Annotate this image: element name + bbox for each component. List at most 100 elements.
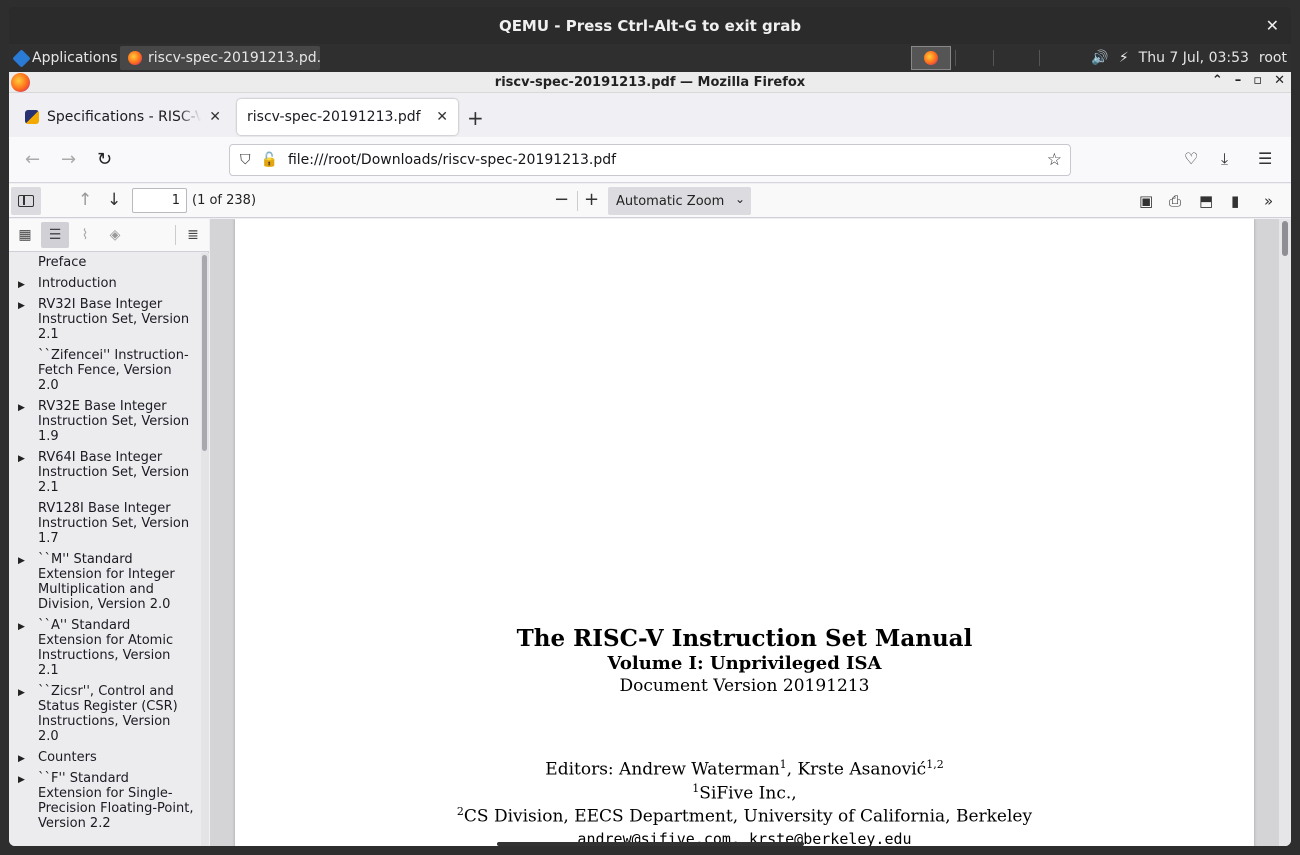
minimize-icon[interactable]: – bbox=[1235, 73, 1242, 88]
previous-page-button[interactable]: ↑ bbox=[78, 190, 92, 210]
outline-item-label: RV32E Base Integer Instruction Set, Vers… bbox=[38, 399, 190, 444]
viewer-scrollbar[interactable] bbox=[1279, 219, 1291, 846]
close-icon[interactable]: ✕ bbox=[1274, 73, 1285, 88]
expand-triangle-icon[interactable]: ▶ bbox=[18, 773, 25, 788]
sidebar-scroll-thumb[interactable] bbox=[202, 255, 207, 451]
next-page-button[interactable]: ↓ bbox=[107, 190, 121, 210]
firefox-icon bbox=[11, 73, 30, 92]
outline-item-label: ``Zicsr'', Control and Status Register (… bbox=[38, 684, 178, 744]
expand-triangle-icon[interactable]: ▶ bbox=[18, 752, 25, 767]
document-version: Document Version 20191213 bbox=[619, 676, 870, 696]
affiliation-1: 1SiFive Inc., bbox=[235, 782, 1254, 804]
taskbar-firefox-item[interactable]: riscv-spec-20191213.pd... bbox=[120, 46, 320, 70]
zoom-in-button[interactable]: + bbox=[584, 189, 599, 210]
outline-item[interactable]: ▶ ``A'' Standard Extension for Atomic Ins… bbox=[9, 616, 201, 682]
outline-item[interactable]: Preface bbox=[9, 253, 201, 274]
viewer-scroll-thumb[interactable] bbox=[1282, 221, 1288, 256]
sidebar-separator bbox=[175, 225, 176, 245]
navigation-bar: ← → ↻ ⛉ 🔓 file:///root/Downloads/riscv-s… bbox=[9, 137, 1291, 183]
horizontal-scroll-thumb[interactable] bbox=[497, 842, 804, 846]
expand-triangle-icon[interactable]: ▶ bbox=[18, 278, 25, 293]
collapse-icon[interactable]: ⌃ bbox=[1212, 73, 1223, 88]
save-icon[interactable]: ⬒ bbox=[1199, 192, 1213, 210]
affiliation-2: 2CS Division, EECS Department, Universit… bbox=[235, 805, 1254, 827]
firefox-icon bbox=[128, 51, 142, 65]
outline-item[interactable]: ▶ RV32E Base Integer Instruction Set, Ver… bbox=[9, 397, 201, 448]
insecure-lock-icon[interactable]: 🔓 bbox=[261, 152, 278, 168]
editors-separator: , Krste Asanović bbox=[786, 759, 927, 780]
clock[interactable]: Thu 7 Jul, 03:53 bbox=[1139, 50, 1249, 66]
outline-item[interactable]: ``Zifencei'' Instruction-Fetch Fence, Ve… bbox=[9, 346, 201, 397]
shield-icon[interactable]: ⛉ bbox=[240, 152, 251, 168]
close-tab-icon[interactable]: ✕ bbox=[209, 109, 221, 125]
outline-item[interactable]: ▶ Counters bbox=[9, 748, 201, 769]
sidebar-toggle-button[interactable] bbox=[11, 187, 41, 215]
outline-item[interactable]: ▶ ``M'' Standard Extension for Integer Mu… bbox=[9, 550, 201, 616]
downloads-icon[interactable]: ⤓ bbox=[1221, 149, 1228, 169]
bookmark-icon[interactable]: ▮ bbox=[1231, 192, 1239, 210]
user-label[interactable]: root bbox=[1259, 50, 1287, 66]
expand-triangle-icon[interactable]: ▶ bbox=[18, 299, 25, 314]
new-tab-button[interactable]: + bbox=[467, 106, 484, 130]
tab-specifications[interactable]: Specifications - RISC-V International ✕ bbox=[15, 99, 231, 135]
expand-triangle-icon[interactable]: ▶ bbox=[18, 452, 25, 467]
firefox-titlebar: riscv-spec-20191213.pdf — Mozilla Firefo… bbox=[9, 72, 1291, 93]
riscv-favicon-icon bbox=[25, 110, 39, 124]
pocket-icon[interactable]: ♡ bbox=[1184, 149, 1198, 168]
outline-item[interactable]: RV128I Base Integer Instruction Set, Ver… bbox=[9, 499, 201, 550]
outline-item[interactable]: ▶ RV32I Base Integer Instruction Set, Ver… bbox=[9, 295, 201, 346]
zoom-out-button[interactable]: − bbox=[554, 189, 569, 210]
qemu-window: QEMU - Press Ctrl-Alt-G to exit grab ✕ A… bbox=[9, 7, 1291, 846]
window-title: riscv-spec-20191213.pdf — Mozilla Firefo… bbox=[494, 74, 806, 90]
sidebar-icon bbox=[18, 195, 34, 207]
outline-item[interactable]: ▶ RV64I Base Integer Instruction Set, Ver… bbox=[9, 448, 201, 499]
window-controls: ⌃ – ▫ ✕ bbox=[1212, 73, 1285, 88]
outline-item[interactable]: ▶ ``Zicsr'', Control and Status Register … bbox=[9, 682, 201, 748]
zoom-select[interactable]: Automatic Zoom ⌄ bbox=[608, 187, 751, 215]
outline-item[interactable]: ▶ Introduction bbox=[9, 274, 201, 295]
expand-triangle-icon[interactable]: ▶ bbox=[18, 620, 25, 635]
workspace-switcher[interactable] bbox=[911, 46, 951, 70]
bookmark-star-icon[interactable]: ☆ bbox=[1047, 150, 1062, 170]
tools-chevron-icon[interactable]: » bbox=[1264, 192, 1273, 210]
outline-item-label: Preface bbox=[38, 255, 87, 270]
pdf-viewer[interactable]: The RISC-V Instruction Set Manual Volume… bbox=[210, 219, 1291, 846]
url-text[interactable]: file:///root/Downloads/riscv-spec-201912… bbox=[288, 152, 616, 168]
outline-item-label: Counters bbox=[38, 750, 97, 765]
volume-icon[interactable]: 🔊 bbox=[1091, 50, 1108, 66]
forward-button[interactable]: → bbox=[61, 149, 76, 170]
back-button[interactable]: ← bbox=[25, 149, 40, 170]
outline-item-label: RV64I Base Integer Instruction Set, Vers… bbox=[38, 450, 190, 495]
outline-icon[interactable]: ☰ bbox=[41, 222, 69, 248]
document-subtitle: Volume I: Unprivileged ISA bbox=[607, 653, 882, 674]
presentation-mode-icon[interactable]: ▣ bbox=[1139, 192, 1153, 210]
current-outline-item-icon[interactable]: ≣ bbox=[179, 222, 207, 248]
url-bar[interactable]: ⛉ 🔓 file:///root/Downloads/riscv-spec-20… bbox=[229, 144, 1071, 176]
attachments-icon[interactable]: ⌇ bbox=[71, 222, 99, 248]
maximize-icon[interactable]: ▫ bbox=[1253, 73, 1262, 88]
close-tab-icon[interactable]: ✕ bbox=[436, 109, 448, 125]
network-icon[interactable]: ⚡ bbox=[1119, 50, 1129, 66]
thumbnails-icon[interactable]: ▦ bbox=[11, 222, 39, 248]
xfce-panel: Applications ⋮ riscv-spec-20191213.pd...… bbox=[9, 44, 1291, 72]
menu-icon[interactable]: ☰ bbox=[1258, 149, 1272, 168]
print-icon[interactable]: ⎙ bbox=[1169, 192, 1181, 210]
expand-triangle-icon[interactable]: ▶ bbox=[18, 401, 25, 416]
outline-item-label: ``F'' Standard Extension for Single-Prec… bbox=[38, 771, 194, 831]
xfce-logo-icon bbox=[12, 48, 31, 68]
affiliation-1-text: SiFive Inc., bbox=[699, 783, 797, 804]
page-number-input[interactable]: 1 bbox=[132, 188, 187, 213]
pdf-page: The RISC-V Instruction Set Manual Volume… bbox=[235, 219, 1254, 846]
affiliation-2-superscript: 2 bbox=[456, 805, 464, 818]
expand-triangle-icon[interactable]: ▶ bbox=[18, 554, 25, 569]
sidebar-scrollbar[interactable] bbox=[201, 253, 209, 846]
tab-pdf[interactable]: riscv-spec-20191213.pdf ✕ bbox=[237, 99, 458, 135]
outline-item[interactable]: ▶ ``F'' Standard Extension for Single-Pre… bbox=[9, 769, 201, 835]
layers-icon[interactable]: ◈ bbox=[101, 222, 129, 248]
system-tray: 🔊 ⚡ Thu 7 Jul, 03:53 root bbox=[1091, 44, 1287, 72]
outline-item-label: RV32I Base Integer Instruction Set, Vers… bbox=[38, 297, 190, 342]
applications-label: Applications bbox=[32, 50, 118, 66]
reload-button[interactable]: ↻ bbox=[97, 149, 112, 170]
expand-triangle-icon[interactable]: ▶ bbox=[18, 686, 25, 701]
qemu-close-button[interactable]: ✕ bbox=[1266, 16, 1279, 35]
